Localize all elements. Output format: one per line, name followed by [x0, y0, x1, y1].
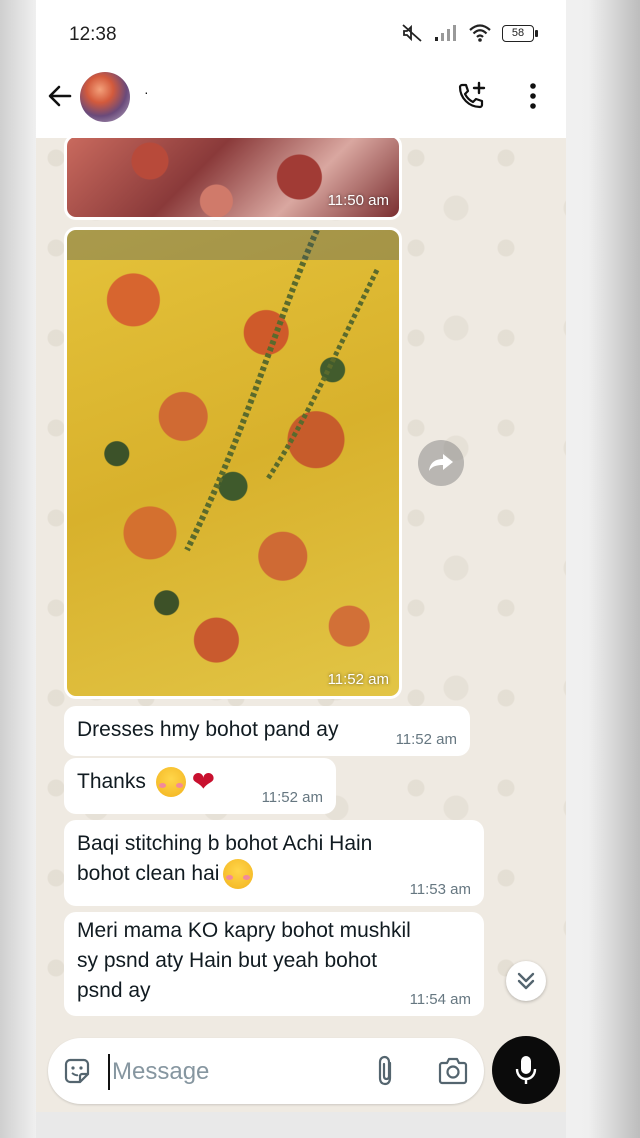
- mute-icon: [402, 24, 422, 42]
- forward-icon: [429, 454, 453, 471]
- forward-button[interactable]: [418, 440, 464, 486]
- message-text: Thanks: [77, 770, 146, 793]
- camera-icon[interactable]: [436, 1056, 470, 1086]
- message-photo[interactable]: 11:52 am: [67, 230, 399, 696]
- message-text-line: Baqi stitching b bohot Achi Hain: [77, 832, 373, 855]
- avatar[interactable]: [80, 72, 130, 122]
- status-bar: 12:38 58: [36, 0, 566, 68]
- back-arrow-icon[interactable]: [46, 82, 74, 110]
- battery-icon: 58: [502, 24, 538, 42]
- wifi-icon: [469, 24, 491, 42]
- phone-screen: 12:38 58 · 11:50 am 11:52 am Dresses hmy…: [36, 0, 566, 1138]
- message-text-line: Meri mama KO kapry bohot mushkil: [77, 919, 411, 942]
- chat-area[interactable]: 11:50 am 11:52 am Dresses hmy bohot pand…: [36, 138, 566, 1030]
- voice-message-button[interactable]: [492, 1036, 560, 1104]
- scroll-down-button[interactable]: [506, 961, 546, 1001]
- image-message[interactable]: 11:52 am: [64, 227, 402, 699]
- system-nav-bar: [36, 1112, 566, 1138]
- message-time: 11:50 am: [327, 192, 389, 209]
- message-text: bohot clean hai: [77, 862, 220, 885]
- smiling-face-with-hearts-icon: [155, 767, 186, 798]
- message-photo[interactable]: 11:50 am: [67, 138, 399, 217]
- text-message[interactable]: Dresses hmy bohot pand ay 11:52 am: [64, 706, 470, 756]
- message-time: 11:52 am: [327, 671, 389, 688]
- more-vert-icon[interactable]: [522, 82, 544, 110]
- message-composer: [48, 1038, 484, 1104]
- photo-lace-trim: [67, 230, 399, 552]
- mic-icon: [515, 1056, 537, 1084]
- text-message[interactable]: Baqi stitching b bohot Achi Hain bohot c…: [64, 820, 484, 906]
- double-chevron-down-icon: [517, 972, 535, 990]
- red-heart-icon: ❤: [191, 766, 216, 798]
- sticker-icon[interactable]: [62, 1056, 92, 1086]
- message-text-line: sy psnd aty Hain but yeah bohot: [77, 949, 378, 972]
- message-time: 11:52 am: [261, 789, 323, 806]
- smiling-face-with-hearts-icon: [223, 859, 254, 890]
- message-time: 11:53 am: [409, 881, 471, 898]
- chat-header: ·: [36, 68, 566, 138]
- signal-icon: [435, 25, 456, 41]
- attach-icon[interactable]: [372, 1054, 400, 1088]
- text-message[interactable]: Thanks ❤ 11:52 am: [64, 758, 336, 814]
- message-time: 11:54 am: [409, 991, 471, 1008]
- message-text: Dresses hmy bohot pand ay: [77, 718, 339, 741]
- contact-name[interactable]: ·: [144, 84, 149, 100]
- image-message[interactable]: 11:50 am: [64, 138, 402, 220]
- text-message[interactable]: Meri mama KO kapry bohot mushkil sy psnd…: [64, 912, 484, 1016]
- message-input[interactable]: [108, 1054, 334, 1090]
- status-time: 12:38: [69, 24, 117, 45]
- add-call-icon[interactable]: [456, 80, 488, 112]
- message-time: 11:52 am: [395, 731, 457, 748]
- status-icons: 58: [400, 22, 538, 44]
